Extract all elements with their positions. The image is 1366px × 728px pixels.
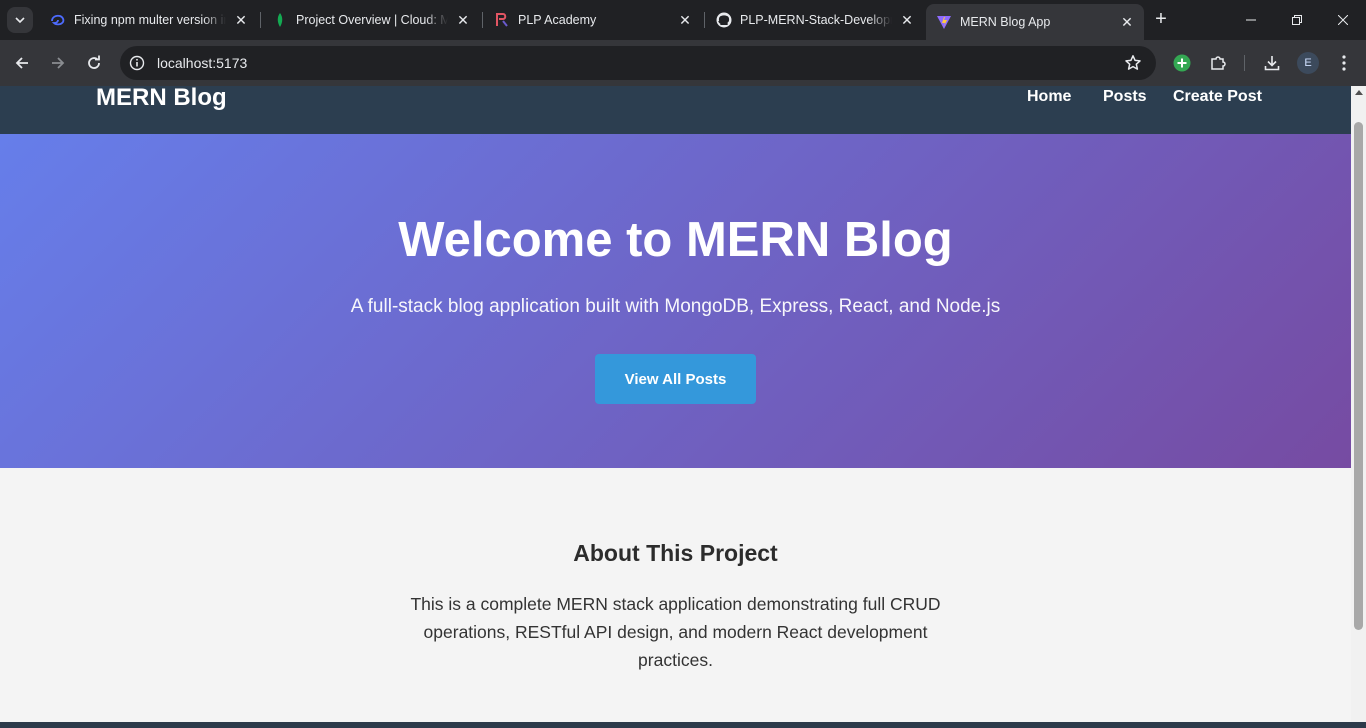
tab-divider xyxy=(482,12,483,28)
site-navbar: MERN Blog Home Posts Create Post xyxy=(0,86,1351,134)
tab-mern-blog-app[interactable]: MERN Blog App ✕ xyxy=(926,4,1144,40)
minimize-button[interactable] xyxy=(1228,0,1274,40)
hero-section: Welcome to MERN Blog A full-stack blog a… xyxy=(0,134,1351,468)
extensions-button[interactable] xyxy=(1204,49,1232,77)
hero-subtitle: A full-stack blog application built with… xyxy=(350,296,1001,317)
scrollbar-thumb[interactable] xyxy=(1354,122,1363,630)
tab-project-overview[interactable]: Project Overview | Cloud: Mo ✕ xyxy=(262,4,480,36)
window-close-button[interactable] xyxy=(1320,0,1366,40)
scroll-up-arrow-icon[interactable] xyxy=(1355,90,1363,95)
downloads-button[interactable] xyxy=(1258,49,1286,77)
github-icon xyxy=(716,12,732,28)
back-button[interactable] xyxy=(8,49,36,77)
tab-github-repo[interactable]: PLP-MERN-Stack-Developme ✕ xyxy=(706,4,924,36)
restore-icon xyxy=(1292,15,1302,25)
plp-logo-icon xyxy=(494,12,510,28)
minimize-icon xyxy=(1246,19,1256,21)
close-icon[interactable]: ✕ xyxy=(1118,13,1136,31)
close-icon[interactable]: ✕ xyxy=(454,11,472,29)
reload-icon xyxy=(88,55,100,69)
nav-link-home[interactable]: Home xyxy=(1027,88,1071,106)
site-brand-link[interactable]: MERN Blog xyxy=(96,86,227,112)
tab-title: Project Overview | Cloud: Mo xyxy=(296,13,448,27)
reload-button[interactable] xyxy=(80,49,108,77)
hero-title: Welcome to MERN Blog xyxy=(398,213,953,267)
browser-toolbar: localhost:5173 xyxy=(0,40,1366,86)
chevron-down-icon xyxy=(15,17,25,24)
download-icon xyxy=(1264,56,1280,71)
tab-strip: Fixing npm multer version in ✕ Project O… xyxy=(0,0,1366,40)
forward-button[interactable] xyxy=(44,49,72,77)
deepseek-whale-icon xyxy=(50,12,66,28)
tab-title: PLP Academy xyxy=(518,13,597,27)
vite-icon xyxy=(936,14,952,30)
tab-divider xyxy=(704,12,705,28)
nav-link-create-post[interactable]: Create Post xyxy=(1173,88,1262,106)
close-icon[interactable]: ✕ xyxy=(898,11,916,29)
arrow-left-icon xyxy=(15,57,28,69)
page-scrollbar[interactable] xyxy=(1351,86,1366,722)
new-tab-button[interactable]: + xyxy=(1150,9,1172,31)
tab-divider xyxy=(260,12,261,28)
page-viewport: MERN Blog Home Posts Create Post Welcome… xyxy=(0,86,1351,722)
extension-plus-button[interactable] xyxy=(1168,49,1196,77)
tab-plp-academy[interactable]: PLP Academy ✕ xyxy=(484,4,702,36)
tab-title: MERN Blog App xyxy=(960,15,1051,29)
puzzle-piece-icon xyxy=(1211,56,1226,70)
about-section: About This Project This is a complete ME… xyxy=(0,468,1351,722)
add-circle-icon xyxy=(1173,54,1191,72)
close-icon[interactable]: ✕ xyxy=(232,11,250,29)
toolbar-divider xyxy=(1244,55,1245,71)
url-text: localhost:5173 xyxy=(157,55,248,71)
close-icon xyxy=(1338,15,1348,25)
tab-title: Fixing npm multer version in xyxy=(74,13,226,27)
view-all-posts-button[interactable]: View All Posts xyxy=(595,354,756,404)
nav-link-posts[interactable]: Posts xyxy=(1103,88,1147,106)
mongodb-leaf-icon xyxy=(272,12,288,28)
tab-fixing-npm-multer[interactable]: Fixing npm multer version in ✕ xyxy=(40,4,258,36)
site-info-icon[interactable] xyxy=(124,50,150,76)
browser-menu-button[interactable] xyxy=(1330,49,1358,77)
address-bar[interactable]: localhost:5173 xyxy=(120,46,1156,80)
window-bottom-edge xyxy=(0,722,1366,728)
tab-title: PLP-MERN-Stack-Developme xyxy=(740,13,892,27)
about-body: This is a complete MERN stack applicatio… xyxy=(410,594,941,670)
arrow-right-icon xyxy=(52,57,65,69)
about-heading: About This Project xyxy=(573,540,778,566)
profile-avatar[interactable]: E xyxy=(1297,52,1319,74)
restore-button[interactable] xyxy=(1274,0,1320,40)
tab-search-button[interactable] xyxy=(7,7,33,33)
close-icon[interactable]: ✕ xyxy=(676,11,694,29)
more-vertical-icon xyxy=(1342,55,1346,71)
bookmark-star-icon[interactable] xyxy=(1124,54,1142,77)
